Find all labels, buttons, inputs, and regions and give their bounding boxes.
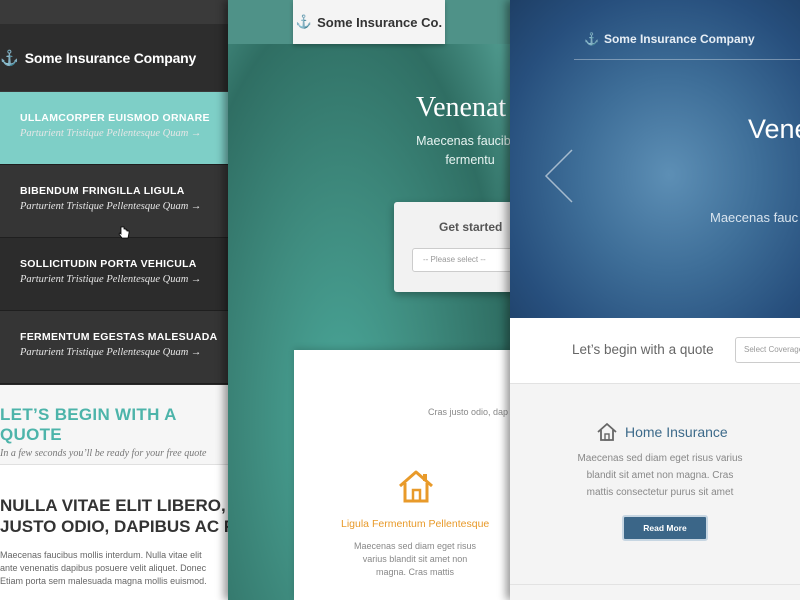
brand-bar[interactable]: ⚓ Some Insurance Company <box>0 24 228 92</box>
menu-item-subtitle: Parturient Tristique Pellentesque Quam → <box>20 274 202 285</box>
hand-cursor-icon <box>118 226 130 243</box>
hero-subtitle-line: fermentu <box>445 153 495 167</box>
insurance-card: Home Insurance Maecenas sed diam eget ri… <box>510 384 800 600</box>
content-card: Cras justo odio, dap Ligula Fermentum Pe… <box>294 350 510 600</box>
brand-name: Some Insurance Company <box>603 32 755 46</box>
section-heading-line-1: NULLA VITAE ELIT LIBERO, A P <box>0 496 228 515</box>
hero-title: Venenat <box>416 92 507 123</box>
tagline: Cras justo odio, dap <box>428 407 509 417</box>
brand-name: Some Insurance Company <box>24 49 197 66</box>
feature-text: Maecenas sed diam eget risus varius blan… <box>353 541 477 577</box>
quote-subtitle: In a few seconds you’ll be ready for you… <box>0 448 207 459</box>
chevron-left-icon[interactable] <box>540 148 580 204</box>
menu-item-title: BIBENDUM FRINGILLA LIGULA <box>20 185 185 197</box>
menu-item-title: SOLLICITUDIN PORTA VEHICULA <box>20 258 197 270</box>
content-section: NULLA VITAE ELIT LIBERO, A P JUSTO ODIO,… <box>0 465 228 600</box>
menu-item-title: FERMENTUM EGESTAS MALESUADA <box>20 331 218 343</box>
brand-name: Some Insurance Co. <box>317 14 443 30</box>
paragraph-line: ante venenatis dapibus posuere velit ali… <box>0 563 207 573</box>
body-paragraph: Maecenas faucibus mollis interdum. Nulla… <box>0 549 228 588</box>
top-strip <box>0 0 228 24</box>
card-title[interactable]: Home Insurance <box>625 424 728 440</box>
menu-item-2[interactable]: BIBENDUM FRINGILLA LIGULA Parturient Tri… <box>0 165 228 238</box>
brand-tab[interactable]: ⚓ Some Insurance Co. <box>293 0 445 44</box>
menu-item-subtitle: Parturient Tristique Pellentesque Quam → <box>20 347 202 358</box>
brand-row[interactable]: ⚓ Some Insurance Company <box>584 32 755 46</box>
quote-prompt: Let’s begin with a quote <box>572 342 714 357</box>
menu-item-1[interactable]: ULLAMCORPER EUISMOD ORNARE Parturient Tr… <box>0 92 228 165</box>
panel-teal: ⚓ Some Insurance Co. Venenat Maecenas fa… <box>228 0 510 600</box>
feature-title[interactable]: Ligula Fermentum Pellentesque <box>341 518 489 530</box>
side-menu: ULLAMCORPER EUISMOD ORNARE Parturient Tr… <box>0 92 228 384</box>
coverage-select[interactable]: -- Please select -- <box>412 248 510 272</box>
panel-blue: ⚓ Some Insurance Company Vene Maecenas f… <box>510 0 800 600</box>
menu-item-subtitle: Parturient Tristique Pellentesque Quam → <box>20 201 202 212</box>
card-text: Maecenas sed diam eget risus varius blan… <box>577 453 743 498</box>
menu-item-3[interactable]: SOLLICITUDIN PORTA VEHICULA Parturient T… <box>0 238 228 311</box>
get-started-box: Get started -- Please select -- <box>394 202 510 292</box>
quote-section: LET’S BEGIN WITH A QUOTE In a few second… <box>0 385 228 465</box>
menu-item-title: ULLAMCORPER EUISMOD ORNARE <box>20 112 210 124</box>
menu-item-subtitle: Parturient Tristique Pellentesque Quam → <box>20 128 202 139</box>
quote-bar: Let’s begin with a quote Select Coverage <box>510 318 800 384</box>
paragraph-line: Maecenas faucibus mollis interdum. Nulla… <box>0 550 202 560</box>
hero-subtitle: Maecenas fauc <box>710 210 799 225</box>
hero-subtitle: Maecenas faucibus fermentu <box>390 132 510 170</box>
paragraph-line: Etiam porta sem malesuada magna mollis e… <box>0 576 207 586</box>
get-started-title: Get started <box>439 220 503 234</box>
read-more-button[interactable]: Read More <box>622 515 708 541</box>
section-heading-line-2: JUSTO ODIO, DAPIBUS AC FAC <box>0 517 228 536</box>
coverage-select[interactable]: Select Coverage <box>735 337 800 363</box>
anchor-icon: ⚓ <box>295 14 313 29</box>
quote-title: LET’S BEGIN WITH A QUOTE <box>0 405 177 444</box>
house-icon <box>399 470 433 503</box>
anchor-icon: ⚓ <box>584 32 599 46</box>
menu-item-4[interactable]: FERMENTUM EGESTAS MALESUADA Parturient T… <box>0 311 228 384</box>
header-divider <box>574 59 800 60</box>
panel-dark-sidebar: ⚓ Some Insurance Company ULLAMCORPER EUI… <box>0 0 228 600</box>
bottom-divider <box>510 584 800 585</box>
hero-subtitle-line: Maecenas faucibus <box>416 134 510 148</box>
anchor-icon: ⚓ <box>0 49 19 67</box>
house-icon <box>597 423 617 441</box>
hero-banner: ⚓ Some Insurance Company Vene Maecenas f… <box>510 0 800 318</box>
hero-title: Vene <box>748 114 800 144</box>
